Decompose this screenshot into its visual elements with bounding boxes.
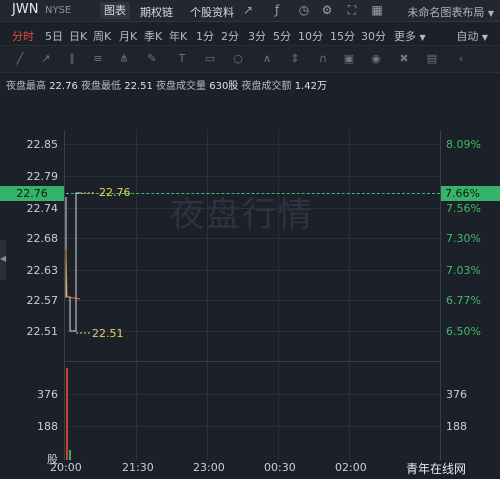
side-panel-handle[interactable]: ◀: [0, 240, 6, 280]
time-tick: 02:00: [335, 461, 367, 474]
high-annotation: 22.76: [99, 186, 131, 199]
price-series: [65, 192, 96, 460]
volume-tick: 376: [37, 388, 58, 401]
time-tick: 00:30: [264, 461, 296, 474]
volume-tick: 188: [37, 420, 58, 433]
chevron-left-icon: ◀: [0, 254, 7, 263]
volume-tick-right: 188: [446, 420, 467, 433]
time-tick: 21:30: [122, 461, 154, 474]
time-tick: 20:00: [50, 461, 82, 474]
source-credit: 青年在线网: [404, 460, 469, 477]
low-annotation: 22.51: [92, 327, 124, 340]
time-tick: 23:00: [193, 461, 225, 474]
price-line: [65, 192, 80, 332]
volume-tick-right: 376: [446, 388, 467, 401]
avg-price-line: [65, 249, 81, 300]
